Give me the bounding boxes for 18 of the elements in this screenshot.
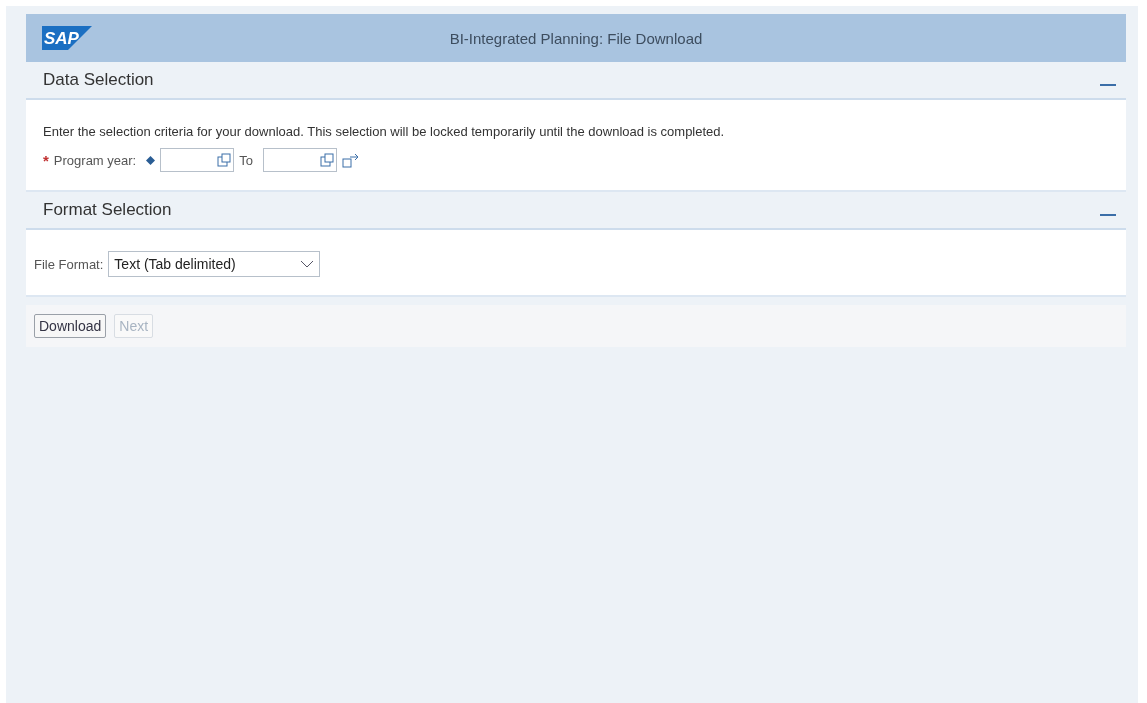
- section-title: Data Selection: [43, 70, 154, 90]
- file-format-dropdown[interactable]: Text (Tab delimited): [108, 251, 321, 277]
- input-field[interactable]: [262, 148, 337, 172]
- diamond-icon: [146, 155, 156, 165]
- logo: SAP: [42, 26, 92, 50]
- window-title: BI-Integrated Planning: File Download: [449, 29, 703, 47]
- instruction-text: Enter the selection criteria for your download. This selection will be locked temporarily until the download is completed.: [43, 124, 726, 139]
- value-help-icon[interactable]: [217, 153, 232, 167]
- value-help-icon[interactable]: [319, 153, 334, 167]
- download-button[interactable]: Download: [34, 314, 107, 338]
- required-mark: *: [43, 151, 49, 169]
- input-field[interactable]: [160, 148, 235, 172]
- chevron-down-icon: [300, 260, 315, 268]
- field-label: Program year:: [53, 152, 137, 168]
- section-title: Format Selection: [43, 200, 172, 220]
- field-label: File Format:: [34, 256, 104, 272]
- range-label: To: [239, 152, 253, 168]
- expand-arrow-icon[interactable]: [341, 152, 360, 168]
